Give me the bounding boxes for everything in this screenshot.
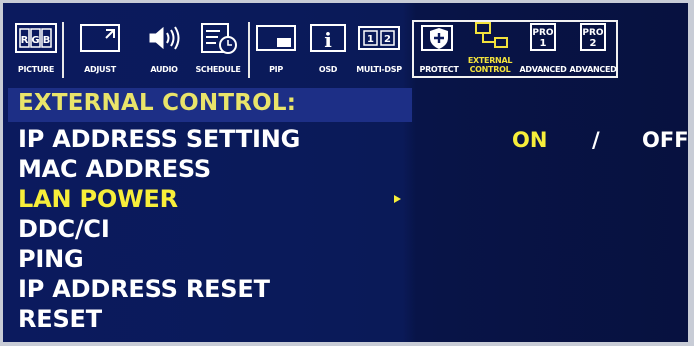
lan-power-options: ON / OFF [508,128,694,158]
menu-item-mac-address[interactable]: MAC ADDRESS [18,154,418,184]
tab-audio-label: AUDIO [150,65,178,74]
network-connection-icon [468,17,512,55]
tab-osd-label: OSD [318,65,338,74]
menu-item-ip-address-setting[interactable]: IP ADDRESS SETTING [18,124,418,154]
speaker-icon [142,19,186,57]
tab-external-control-label-line2: CONTROL [469,65,511,74]
tab-pro2-label: ADVANCED [569,65,617,74]
pro2-pro-text: PRO [582,28,604,38]
rgb-g-text: G [31,35,39,46]
tab-external-control-label: EXTERNAL CONTROL [464,56,516,74]
osd-tab-bar: R G B PICTURE ADJUST AUDIO SCHEDULE PIP … [12,14,672,84]
settings-menu: IP ADDRESS SETTING MAC ADDRESS LAN POWER… [18,124,418,334]
tab-adjust[interactable]: ADJUST [64,14,136,76]
menu-item-label: MAC ADDRESS [18,155,212,183]
tab-schedule[interactable]: SCHEDULE [190,14,246,76]
tab-picture[interactable]: R G B PICTURE [12,14,60,76]
info-icon: i [306,19,350,57]
rgb-r-text: R [21,35,29,46]
tab-schedule-label: SCHEDULE [195,65,241,74]
tab-pip[interactable]: PIP [250,14,302,76]
pro1-pro-text: PRO [532,28,554,38]
tab-pip-label: PIP [269,65,283,74]
tab-protect-label: PROTECT [419,65,459,74]
schedule-list-clock-icon [196,19,240,57]
osd-glyph-text: i [324,28,332,52]
menu-item-label: IP ADDRESS RESET [18,275,270,303]
menu-item-label: IP ADDRESS SETTING [18,125,301,153]
shield-monitor-icon [417,19,461,57]
menu-item-ip-address-reset[interactable]: IP ADDRESS RESET [18,274,418,304]
tab-multi-dsp[interactable]: 1 2 MULTI-DSP [352,14,406,76]
page-title: EXTERNAL CONTROL: [18,90,297,116]
menu-item-lan-power[interactable]: LAN POWER [18,184,418,214]
menu-item-label: PING [18,245,84,273]
multi-dsp-2-text: 2 [384,34,391,45]
osd-screen: R G B PICTURE ADJUST AUDIO SCHEDULE PIP … [0,0,694,346]
tab-pro1-label: ADVANCED [519,65,567,74]
tab-protect[interactable]: PROTECT [414,14,464,76]
menu-item-label: DDC/CI [18,215,110,243]
tab-multi-dsp-label: MULTI-DSP [356,65,402,74]
option-separator: / [592,128,600,152]
menu-item-ping[interactable]: PING [18,244,418,274]
tab-adjust-label: ADJUST [84,65,116,74]
adjust-screen-icon [78,19,122,57]
tab-audio[interactable]: AUDIO [138,14,190,76]
tab-pro1[interactable]: PRO 1 ADVANCED [518,14,568,76]
pro1-icon: PRO 1 [521,19,565,57]
submenu-arrow-icon [394,195,401,203]
menu-item-ddc-ci[interactable]: DDC/CI [18,214,418,244]
multi-display-icon: 1 2 [357,19,401,57]
option-off[interactable]: OFF [642,128,689,152]
rgb-b-text: B [43,35,51,46]
tab-osd[interactable]: i OSD [304,14,352,76]
option-on[interactable]: ON [512,128,547,152]
menu-item-label: RESET [18,305,102,333]
rgb-icon: R G B [14,19,58,57]
menu-item-label: LAN POWER [18,185,178,213]
pip-icon [254,19,298,57]
multi-dsp-1-text: 1 [367,34,374,45]
menu-item-reset[interactable]: RESET [18,304,418,334]
tab-external-control[interactable]: EXTERNAL CONTROL [464,14,516,76]
tab-external-control-label-line1: EXTERNAL [467,56,513,65]
tab-picture-label: PICTURE [17,65,55,74]
pro2-number-text: 2 [590,38,597,49]
pro2-icon: PRO 2 [571,19,615,57]
pro1-number-text: 1 [540,38,547,49]
tab-pro2[interactable]: PRO 2 ADVANCED [568,14,618,76]
